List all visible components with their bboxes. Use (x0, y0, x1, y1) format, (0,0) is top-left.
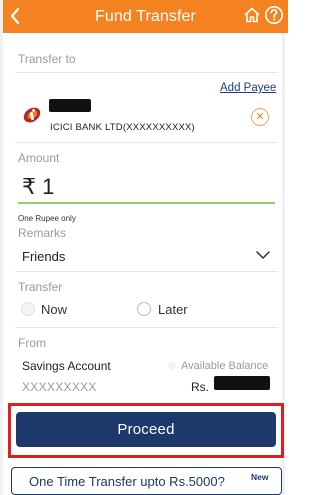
new-badge: New (251, 472, 269, 482)
app-header: Fund Transfer (3, 0, 288, 33)
home-icon[interactable] (243, 6, 261, 24)
chevron-left-icon[interactable] (9, 7, 21, 25)
transfer-later-radio[interactable] (137, 302, 151, 316)
close-icon: ✕ (255, 110, 265, 123)
amount-input[interactable]: ₹ 1 (22, 174, 54, 200)
add-payee-link[interactable]: Add Payee (220, 82, 276, 94)
divider (15, 72, 278, 73)
transfer-later-label: Later (158, 302, 188, 317)
divider (15, 327, 278, 328)
payee-name-redacted (49, 99, 91, 112)
payee-bank-account: ICICI BANK LTD(XXXXXXXXXX) (50, 122, 195, 133)
account-number: XXXXXXXXX (22, 380, 97, 394)
transfer-label: Transfer (18, 280, 63, 294)
remarks-label: Remarks (18, 226, 67, 240)
remarks-select[interactable]: Friends (22, 249, 65, 264)
balance-dot (168, 362, 176, 370)
divider (15, 142, 278, 143)
proceed-button[interactable]: Proceed (16, 412, 276, 447)
page-title: Fund Transfer (95, 7, 196, 25)
transfer-now-radio[interactable] (21, 302, 35, 316)
amount-label: Amount (18, 151, 60, 165)
icici-logo-icon (23, 107, 41, 123)
account-type[interactable]: Savings Account (22, 359, 111, 373)
clear-payee-button[interactable]: ✕ (251, 108, 269, 126)
one-time-transfer-label: One Time Transfer upto Rs.5000? (29, 473, 225, 489)
help-icon[interactable] (264, 5, 284, 25)
available-balance-label: Available Balance (181, 360, 269, 372)
from-label: From (18, 336, 46, 350)
currency-label: Rs. (191, 380, 209, 394)
amount-input-underline (18, 202, 275, 204)
proceed-label: Proceed (117, 421, 175, 438)
transfer-now-label: Now (41, 302, 68, 317)
divider (15, 271, 278, 272)
chevron-down-icon[interactable] (255, 250, 271, 260)
transfer-to-label: Transfer to (18, 52, 76, 66)
amount-in-words: One Rupee only (18, 214, 76, 223)
one-time-transfer-button[interactable]: One Time Transfer upto Rs.5000? New (11, 467, 282, 495)
app-screen: Fund Transfer Transfer to Add Payee ICIC… (0, 0, 288, 495)
balance-redacted (214, 376, 270, 390)
